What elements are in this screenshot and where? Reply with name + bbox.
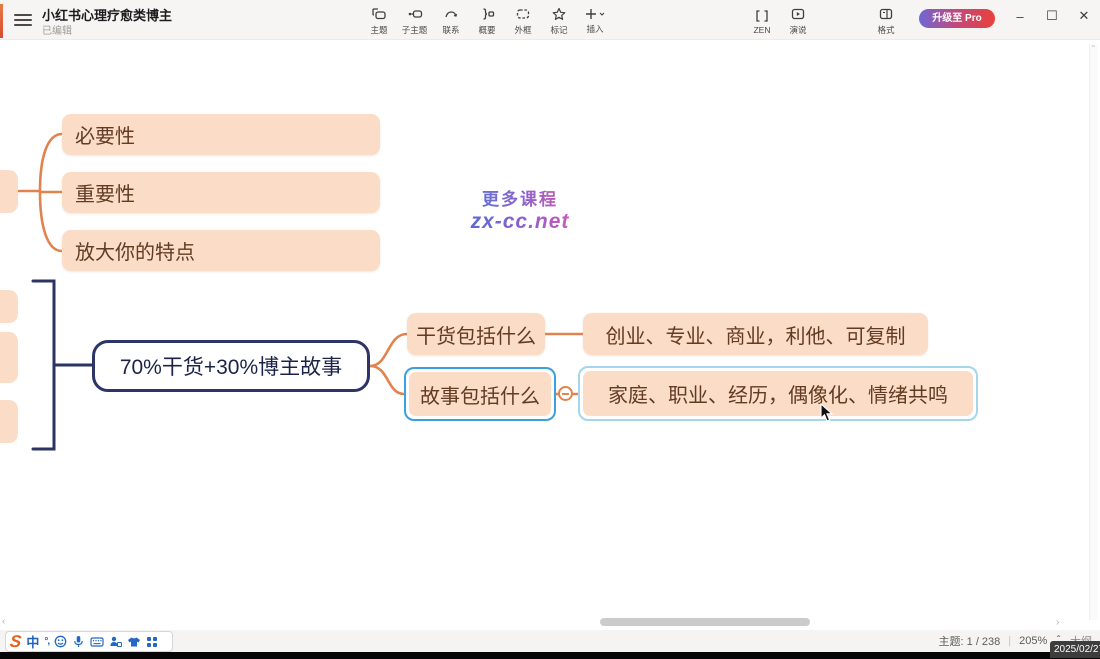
subtopic-icon <box>407 6 423 22</box>
scroll-right-icon[interactable]: › <box>1056 617 1059 628</box>
zen-label: ZEN <box>753 25 770 35</box>
topic-text: 家庭、职业、经历，偶像化、情绪共鸣 <box>608 379 948 408</box>
mindmap-canvas[interactable]: 必要性 重要性 放大你的特点 70%干货+30%博主故事 干货包括什么 创业、专… <box>0 40 1100 630</box>
status-bar: S 中 °, 主题: 1 / 238 | 205% ⌃⌃ 大纲 <box>0 630 1100 652</box>
topic-text: 干货包括什么 <box>416 320 536 349</box>
timestamp-overlay: 2025/02/27 2 <box>1050 641 1100 658</box>
summary-topic-node[interactable]: 70%干货+30%博主故事 <box>92 340 370 392</box>
scroll-up-icon[interactable]: ⌃ <box>1090 44 1097 53</box>
topic-text: 放大你的特点 <box>75 236 195 265</box>
clipped-topic-node[interactable] <box>0 332 18 383</box>
subtopic-label: 子主题 <box>402 23 428 35</box>
clipped-topic-node[interactable] <box>0 170 18 213</box>
format-icon <box>878 6 894 22</box>
relationship-label: 联系 <box>442 23 459 35</box>
zen-button[interactable]: ZEN <box>744 3 780 39</box>
status-separator: | <box>1008 635 1011 647</box>
toolbar-main: 主题 子主题 联系 概要 <box>361 3 613 39</box>
summary-icon <box>479 6 495 22</box>
zoom-level[interactable]: 205% <box>1019 635 1047 647</box>
topic-count: 主题: 1 / 238 <box>939 633 1001 649</box>
topic-text: 必要性 <box>75 120 135 149</box>
close-button[interactable]: ✕ <box>1068 0 1100 32</box>
topic-button[interactable]: 主题 <box>361 3 397 39</box>
relationship-icon <box>443 6 459 22</box>
topic-label: 主题 <box>370 23 387 35</box>
topic-icon <box>371 6 387 22</box>
insert-label: 插入 <box>586 22 603 34</box>
toolbox-grid-icon[interactable] <box>146 636 158 648</box>
voice-input-icon[interactable] <box>72 635 85 648</box>
zen-icon <box>754 8 770 24</box>
topic-text: 重要性 <box>75 178 135 207</box>
minimize-button[interactable]: – <box>1004 0 1036 32</box>
watermark-line2: zx-cc.net <box>455 210 585 234</box>
toolbar-right: ZEN 演说 格式 <box>744 3 904 39</box>
ime-toolbar[interactable]: S 中 °, <box>5 631 173 652</box>
scroll-left-icon[interactable]: ‹ <box>2 616 5 627</box>
topic-node-amplify-traits[interactable]: 放大你的特点 <box>62 230 380 271</box>
insert-icon <box>584 7 598 21</box>
horizontal-scrollbar[interactable] <box>600 618 810 626</box>
topic-node-drygoods[interactable]: 干货包括什么 <box>407 313 545 355</box>
topic-node-drygoods-detail[interactable]: 创业、专业、商业，利他、可复制 <box>583 313 928 355</box>
vertical-scrollbar[interactable] <box>1089 44 1097 620</box>
present-label: 演说 <box>789 23 806 35</box>
insert-button[interactable]: 插入 <box>577 3 613 39</box>
chevron-down-icon <box>598 10 606 18</box>
virtual-keyboard-icon[interactable] <box>90 636 104 648</box>
marker-button[interactable]: 标记 <box>541 3 577 39</box>
topic-node-story-detail[interactable]: 家庭、职业、经历，偶像化、情绪共鸣 <box>578 366 978 421</box>
summary-label: 概要 <box>478 23 495 35</box>
emoji-icon[interactable] <box>54 635 67 648</box>
title-bar: 小红书心理疗愈类博主 已编辑 主题 子主题 联系 <box>0 0 1100 40</box>
boundary-label: 外框 <box>514 23 531 35</box>
topic-node-story[interactable]: 故事包括什么 <box>404 367 556 421</box>
watermark: 更多课程 zx-cc.net <box>455 185 585 234</box>
topic-node-necessity[interactable]: 必要性 <box>62 114 380 155</box>
letterbox-bar <box>0 652 1100 659</box>
topic-text: 创业、专业、商业，利他、可复制 <box>606 320 906 349</box>
present-icon <box>790 6 806 22</box>
relationship-button[interactable]: 联系 <box>433 3 469 39</box>
user-lexicon-icon[interactable] <box>109 635 122 648</box>
document-status: 已编辑 <box>42 22 72 37</box>
window-controls: – ☐ ✕ <box>1004 0 1100 32</box>
mouse-cursor <box>820 403 834 423</box>
topic-node-importance[interactable]: 重要性 <box>62 172 380 213</box>
clipped-topic-node[interactable] <box>0 400 18 443</box>
marker-icon <box>551 6 567 22</box>
subtopic-button[interactable]: 子主题 <box>397 3 433 39</box>
boundary-button[interactable]: 外框 <box>505 3 541 39</box>
watermark-line1: 更多课程 <box>455 185 585 210</box>
sogou-logo-icon[interactable]: S <box>9 633 22 650</box>
clipped-topic-node[interactable] <box>0 290 18 323</box>
ime-punctuation-toggle[interactable]: °, <box>44 636 49 647</box>
marker-label: 标记 <box>550 23 567 35</box>
upgrade-pro-button[interactable]: 升级至 Pro <box>919 9 995 28</box>
topic-text: 故事包括什么 <box>420 380 540 409</box>
format-button[interactable]: 格式 <box>868 3 904 39</box>
boundary-icon <box>515 6 531 22</box>
ime-language-toggle[interactable]: 中 <box>26 632 39 651</box>
skin-icon[interactable] <box>127 636 141 648</box>
collapse-toggle-icon[interactable] <box>558 386 573 401</box>
present-button[interactable]: 演说 <box>780 3 816 39</box>
summary-topic-text: 70%干货+30%博主故事 <box>120 351 342 381</box>
summary-button[interactable]: 概要 <box>469 3 505 39</box>
hamburger-menu-icon[interactable] <box>14 11 32 27</box>
format-label: 格式 <box>877 23 894 35</box>
maximize-button[interactable]: ☐ <box>1036 0 1068 32</box>
background-window-edge <box>0 4 3 38</box>
